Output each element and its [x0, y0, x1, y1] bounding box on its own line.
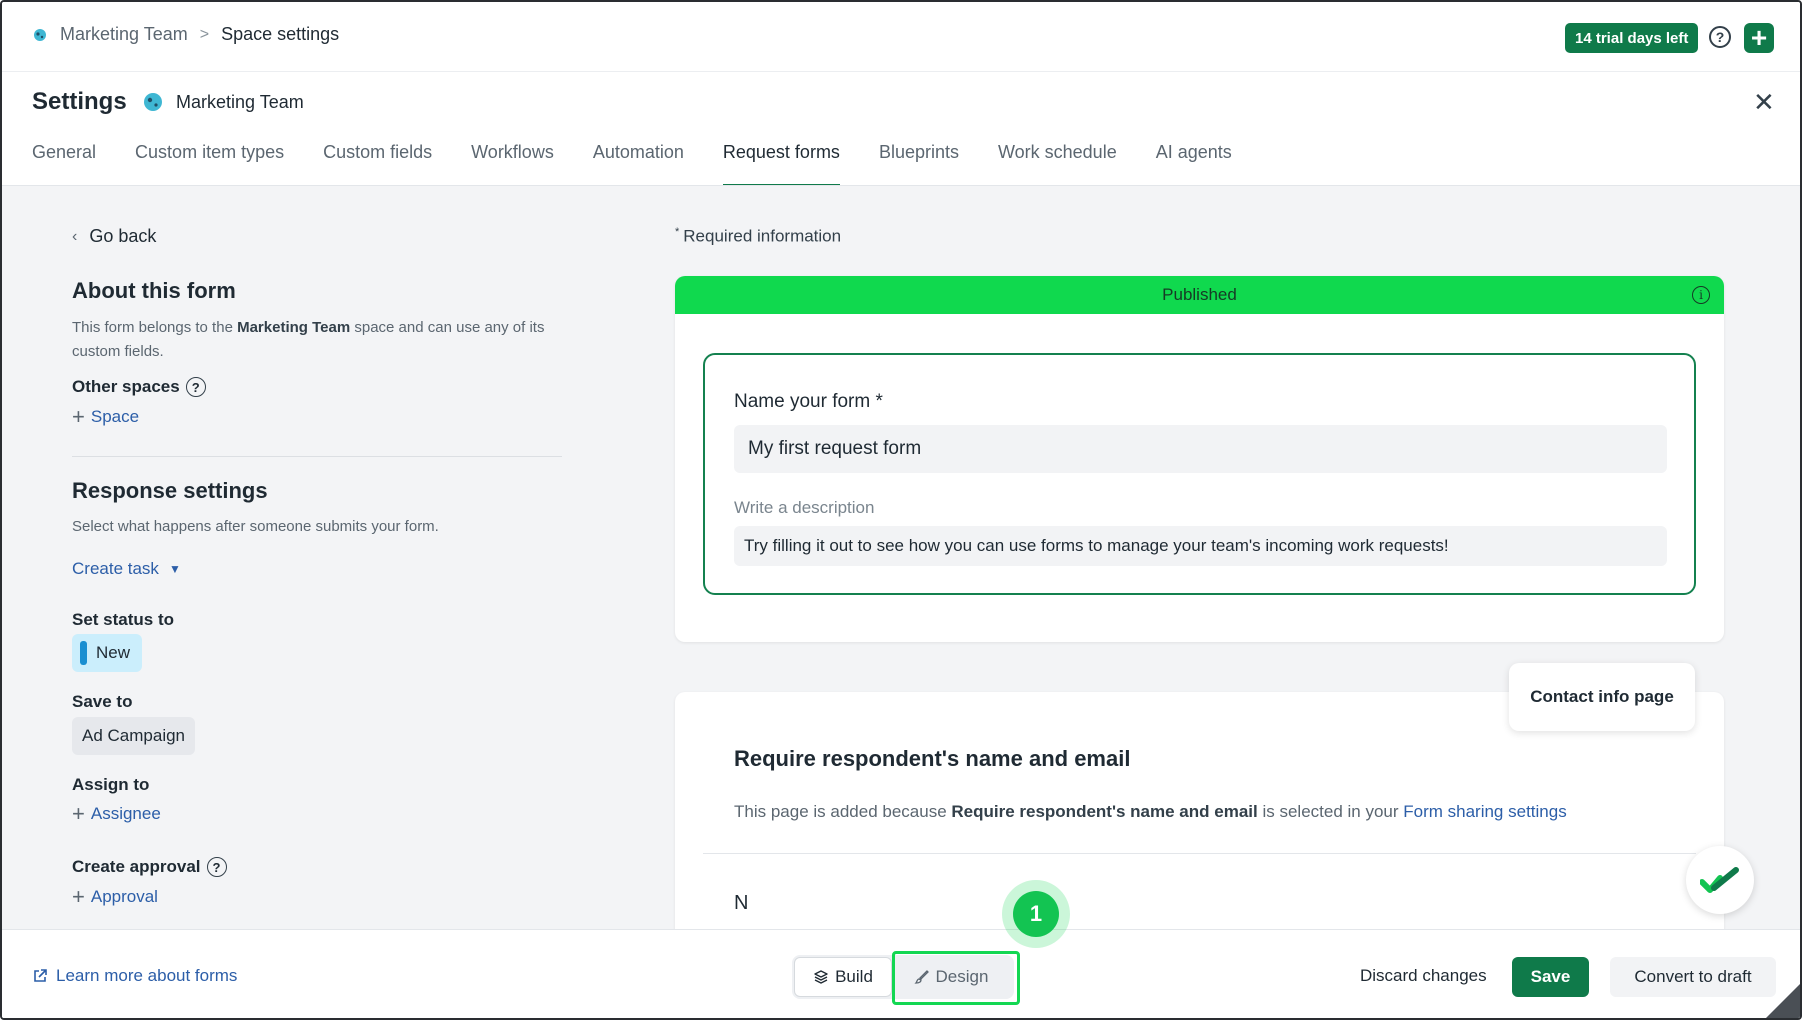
add-assignee-button[interactable]: + Assignee — [72, 801, 161, 827]
about-description: This form belongs to the Marketing Team … — [72, 316, 572, 364]
checkmark-icon — [1700, 867, 1739, 893]
settings-space-name: Marketing Team — [176, 91, 304, 112]
close-icon[interactable]: ✕ — [1753, 89, 1775, 115]
form-sharing-settings-link[interactable]: Form sharing settings — [1403, 802, 1566, 821]
about-text-pre: This form belongs to the — [72, 319, 238, 336]
learn-more-label: Learn more about forms — [56, 966, 238, 985]
tab-automation[interactable]: Automation — [593, 142, 684, 186]
contact-desc-pre: This page is added because — [734, 802, 952, 821]
status-color-bar — [80, 641, 87, 665]
about-space-name: Marketing Team — [237, 319, 351, 336]
save-button[interactable]: Save — [1512, 957, 1589, 997]
chevron-left-icon: ‹ — [72, 227, 78, 245]
form-name-label: Name your form * — [734, 391, 883, 412]
form-name-input[interactable] — [734, 425, 1667, 473]
create-approval-label: Create approval ? — [72, 857, 227, 877]
settings-tabs: General Custom item types Custom fields … — [32, 142, 1271, 187]
other-spaces-text: Other spaces — [72, 377, 180, 396]
wrike-check-icon[interactable] — [1686, 846, 1754, 914]
layers-icon — [814, 970, 828, 984]
response-settings-title: Response settings — [72, 478, 268, 503]
design-highlight-box — [892, 951, 1020, 1005]
space-icon — [144, 93, 162, 111]
next-field-peek: N — [734, 892, 749, 914]
contact-info-page-tab[interactable]: Contact info page — [1509, 663, 1695, 731]
set-status-label: Set status to — [72, 610, 175, 629]
tab-ai-agents[interactable]: AI agents — [1156, 142, 1232, 186]
question-circle-icon[interactable]: ? — [206, 857, 227, 877]
add-assignee-label: Assignee — [90, 804, 161, 823]
add-space-label: Space — [90, 407, 140, 426]
about-title: About this form — [72, 278, 236, 303]
response-settings-description: Select what happens after someone submit… — [72, 518, 439, 535]
plus-icon: + — [72, 884, 85, 909]
build-button[interactable]: Build — [794, 957, 892, 997]
create-approval-text: Create approval — [72, 857, 201, 876]
create-task-dropdown[interactable]: Create task ▼ — [72, 559, 181, 579]
contact-info-description: This page is added because Require respo… — [734, 802, 1567, 822]
add-approval-label: Approval — [90, 887, 158, 906]
question-circle-icon[interactable]: ? — [185, 377, 206, 397]
add-approval-button[interactable]: + Approval — [72, 884, 158, 910]
external-link-icon — [34, 969, 47, 982]
plus-icon: + — [72, 801, 85, 826]
question-circle-icon[interactable]: ? — [1709, 26, 1731, 48]
contact-desc-bold: Require respondent's name and email — [951, 802, 1258, 821]
required-information-note: * Required information — [675, 226, 841, 247]
go-back-link[interactable]: ‹ Go back — [72, 226, 156, 247]
convert-to-draft-button[interactable]: Convert to draft — [1610, 957, 1776, 997]
description-input[interactable]: Try filling it out to see how you can us… — [734, 526, 1667, 566]
learn-more-link[interactable]: Learn more about forms — [32, 966, 237, 986]
breadcrumb-current: Space settings — [221, 24, 340, 44]
space-icon — [34, 28, 46, 41]
app-window: Marketing Team > Space settings 14 trial… — [0, 0, 1802, 1020]
status-selector[interactable]: New — [72, 634, 143, 672]
info-icon[interactable]: i — [1692, 286, 1710, 304]
content-area: ‹ Go back About this form This form belo… — [2, 186, 1800, 929]
assign-to-label: Assign to — [72, 775, 150, 794]
status-value: New — [96, 643, 131, 662]
other-spaces-label: Other spaces ? — [72, 377, 206, 397]
breadcrumb-space[interactable]: Marketing Team — [60, 24, 188, 45]
form-name-section[interactable]: Name your form * Write a description Try… — [703, 353, 1696, 595]
tab-general[interactable]: General — [32, 142, 96, 186]
page-title: Settings — [32, 88, 127, 115]
discard-changes-button[interactable]: Discard changes — [1360, 966, 1487, 986]
section-divider — [72, 456, 562, 457]
contact-info-title: Require respondent's name and email — [734, 746, 1131, 771]
plus-icon[interactable]: + — [1744, 23, 1774, 53]
step-badge: 1 — [1013, 891, 1059, 937]
resize-corner — [1766, 984, 1800, 1018]
plus-icon: + — [72, 404, 85, 429]
description-label: Write a description — [734, 498, 875, 517]
create-task-label: Create task — [72, 559, 159, 578]
chevron-down-icon: ▼ — [168, 562, 181, 576]
top-bar: Marketing Team > Space settings 14 trial… — [2, 2, 1800, 72]
published-banner: Published i — [675, 276, 1724, 314]
required-information-text: Required information — [683, 226, 842, 246]
tab-custom-fields[interactable]: Custom fields — [323, 142, 432, 186]
published-label: Published — [1162, 285, 1237, 304]
tab-custom-item-types[interactable]: Custom item types — [135, 142, 284, 186]
save-to-label: Save to — [72, 692, 133, 711]
card-divider — [703, 853, 1696, 854]
add-space-button[interactable]: + Space — [72, 404, 139, 430]
breadcrumb: Marketing Team > Space settings — [32, 24, 339, 45]
tab-blueprints[interactable]: Blueprints — [879, 142, 959, 186]
settings-space: Marketing Team — [142, 91, 304, 113]
tab-work-schedule[interactable]: Work schedule — [998, 142, 1117, 186]
form-header-card: Published i Name your form * Write a des… — [675, 276, 1724, 642]
breadcrumb-separator: > — [199, 25, 210, 43]
contact-desc-mid: is selected in your — [1257, 802, 1404, 821]
trial-badge[interactable]: 14 trial days left — [1565, 23, 1699, 53]
tab-workflows[interactable]: Workflows — [471, 142, 554, 186]
save-to-selector[interactable]: Ad Campaign — [72, 717, 196, 755]
tab-request-forms[interactable]: Request forms — [722, 142, 840, 187]
build-label: Build — [835, 967, 873, 986]
required-asterisk: * — [675, 226, 680, 238]
go-back-label: Go back — [89, 226, 157, 246]
